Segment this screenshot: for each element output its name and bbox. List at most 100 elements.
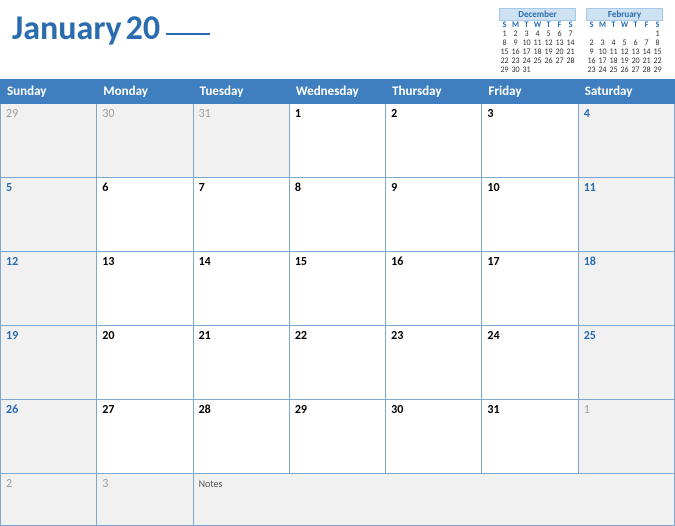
day-cell[interactable]: 3: [97, 474, 193, 526]
day-cell[interactable]: 23: [386, 326, 482, 400]
day-header: Sunday: [1, 80, 97, 104]
mini-day: 29: [499, 66, 510, 75]
day-cell[interactable]: 31: [193, 104, 289, 178]
day-cell[interactable]: 17: [482, 252, 578, 326]
day-number: 5: [6, 181, 91, 195]
calendar-grid: SundayMondayTuesdayWednesdayThursdayFrid…: [0, 79, 675, 526]
day-number: 30: [391, 403, 476, 417]
day-header: Friday: [482, 80, 578, 104]
day-cell[interactable]: 24: [482, 326, 578, 400]
day-number: 15: [295, 255, 380, 269]
mini-day: [565, 66, 576, 75]
day-cell[interactable]: 2: [1, 474, 97, 526]
day-number: 30: [102, 107, 187, 121]
day-number: 14: [199, 255, 284, 269]
day-header: Thursday: [386, 80, 482, 104]
day-cell[interactable]: 20: [97, 326, 193, 400]
day-header: Monday: [97, 80, 193, 104]
notes-cell[interactable]: Notes: [193, 474, 674, 526]
mini-day: 30: [510, 66, 521, 75]
day-cell[interactable]: 3: [482, 104, 578, 178]
day-header: Tuesday: [193, 80, 289, 104]
title-year-blank[interactable]: [166, 33, 210, 35]
day-number: 12: [6, 255, 91, 269]
day-cell[interactable]: 21: [193, 326, 289, 400]
day-number: 23: [391, 329, 476, 343]
day-number: 17: [487, 255, 572, 269]
day-number: 20: [102, 329, 187, 343]
mini-day: 28: [565, 57, 576, 66]
day-cell[interactable]: 28: [193, 400, 289, 474]
day-cell[interactable]: 25: [578, 326, 674, 400]
day-cell[interactable]: 11: [578, 178, 674, 252]
mini-dow: W: [619, 21, 630, 30]
mini-day: 25: [532, 57, 543, 66]
day-cell[interactable]: 14: [193, 252, 289, 326]
day-number: 25: [584, 329, 669, 343]
mini-day: [532, 66, 543, 75]
day-cell[interactable]: 10: [482, 178, 578, 252]
day-cell[interactable]: 2: [386, 104, 482, 178]
calendar-row: 23Notes: [1, 474, 675, 526]
day-cell[interactable]: 18: [578, 252, 674, 326]
day-cell[interactable]: 30: [386, 400, 482, 474]
mini-day: 26: [619, 66, 630, 75]
day-cell[interactable]: 27: [97, 400, 193, 474]
title-month: January: [12, 8, 122, 49]
day-cell[interactable]: 19: [1, 326, 97, 400]
day-cell[interactable]: 1: [578, 400, 674, 474]
mini-day: 28: [641, 66, 652, 75]
day-number: 1: [295, 107, 380, 121]
day-number: 3: [487, 107, 572, 121]
mini-dow: T: [630, 21, 641, 30]
day-cell[interactable]: 26: [1, 400, 97, 474]
day-cell[interactable]: 8: [289, 178, 385, 252]
title-year-prefix: 20: [126, 8, 160, 49]
day-number: 19: [6, 329, 91, 343]
mini-day: 29: [652, 66, 663, 75]
day-number: 7: [199, 181, 284, 195]
day-cell[interactable]: 6: [97, 178, 193, 252]
mini-calendar: FebruarySMTWTFS1234567891011121314151617…: [586, 8, 663, 75]
mini-day: 26: [543, 57, 554, 66]
day-cell[interactable]: 4: [578, 104, 674, 178]
day-number: 21: [199, 329, 284, 343]
day-number: 31: [199, 107, 284, 121]
calendar-row: 19 20 21 22 23 24 25: [1, 326, 675, 400]
day-number: 11: [584, 181, 669, 195]
day-cell[interactable]: 12: [1, 252, 97, 326]
day-cell[interactable]: 16: [386, 252, 482, 326]
day-number: 27: [102, 403, 187, 417]
mini-day: 27: [630, 66, 641, 75]
calendar-row: 12 13 14 15 16 17 18: [1, 252, 675, 326]
day-number: 29: [295, 403, 380, 417]
day-cell[interactable]: 29: [1, 104, 97, 178]
day-cell[interactable]: 1: [289, 104, 385, 178]
mini-dow: T: [608, 21, 619, 30]
day-number: 16: [391, 255, 476, 269]
calendar-body: 2930311234567891011121314151617181920212…: [1, 104, 675, 526]
day-cell[interactable]: 30: [97, 104, 193, 178]
day-cell[interactable]: 5: [1, 178, 97, 252]
day-number: 13: [102, 255, 187, 269]
calendar-row: 5678910 11: [1, 178, 675, 252]
mini-day: [543, 66, 554, 75]
page-title: January 20: [12, 8, 210, 49]
day-cell[interactable]: 29: [289, 400, 385, 474]
day-cell[interactable]: 15: [289, 252, 385, 326]
day-cell[interactable]: 31: [482, 400, 578, 474]
day-number: 24: [487, 329, 572, 343]
day-number: 26: [6, 403, 91, 417]
day-number: 6: [102, 181, 187, 195]
mini-calendar: DecemberSMTWTFS1234567891011121314151617…: [499, 8, 576, 75]
day-header: Saturday: [578, 80, 674, 104]
day-cell[interactable]: 13: [97, 252, 193, 326]
day-cell[interactable]: 9: [386, 178, 482, 252]
day-header: Wednesday: [289, 80, 385, 104]
day-cell[interactable]: 7: [193, 178, 289, 252]
day-number: 4: [584, 107, 669, 121]
day-number: 2: [391, 107, 476, 121]
day-cell[interactable]: 22: [289, 326, 385, 400]
calendar-row: 26 27 28 29 30 311: [1, 400, 675, 474]
mini-calendars: DecemberSMTWTFS1234567891011121314151617…: [499, 8, 663, 75]
